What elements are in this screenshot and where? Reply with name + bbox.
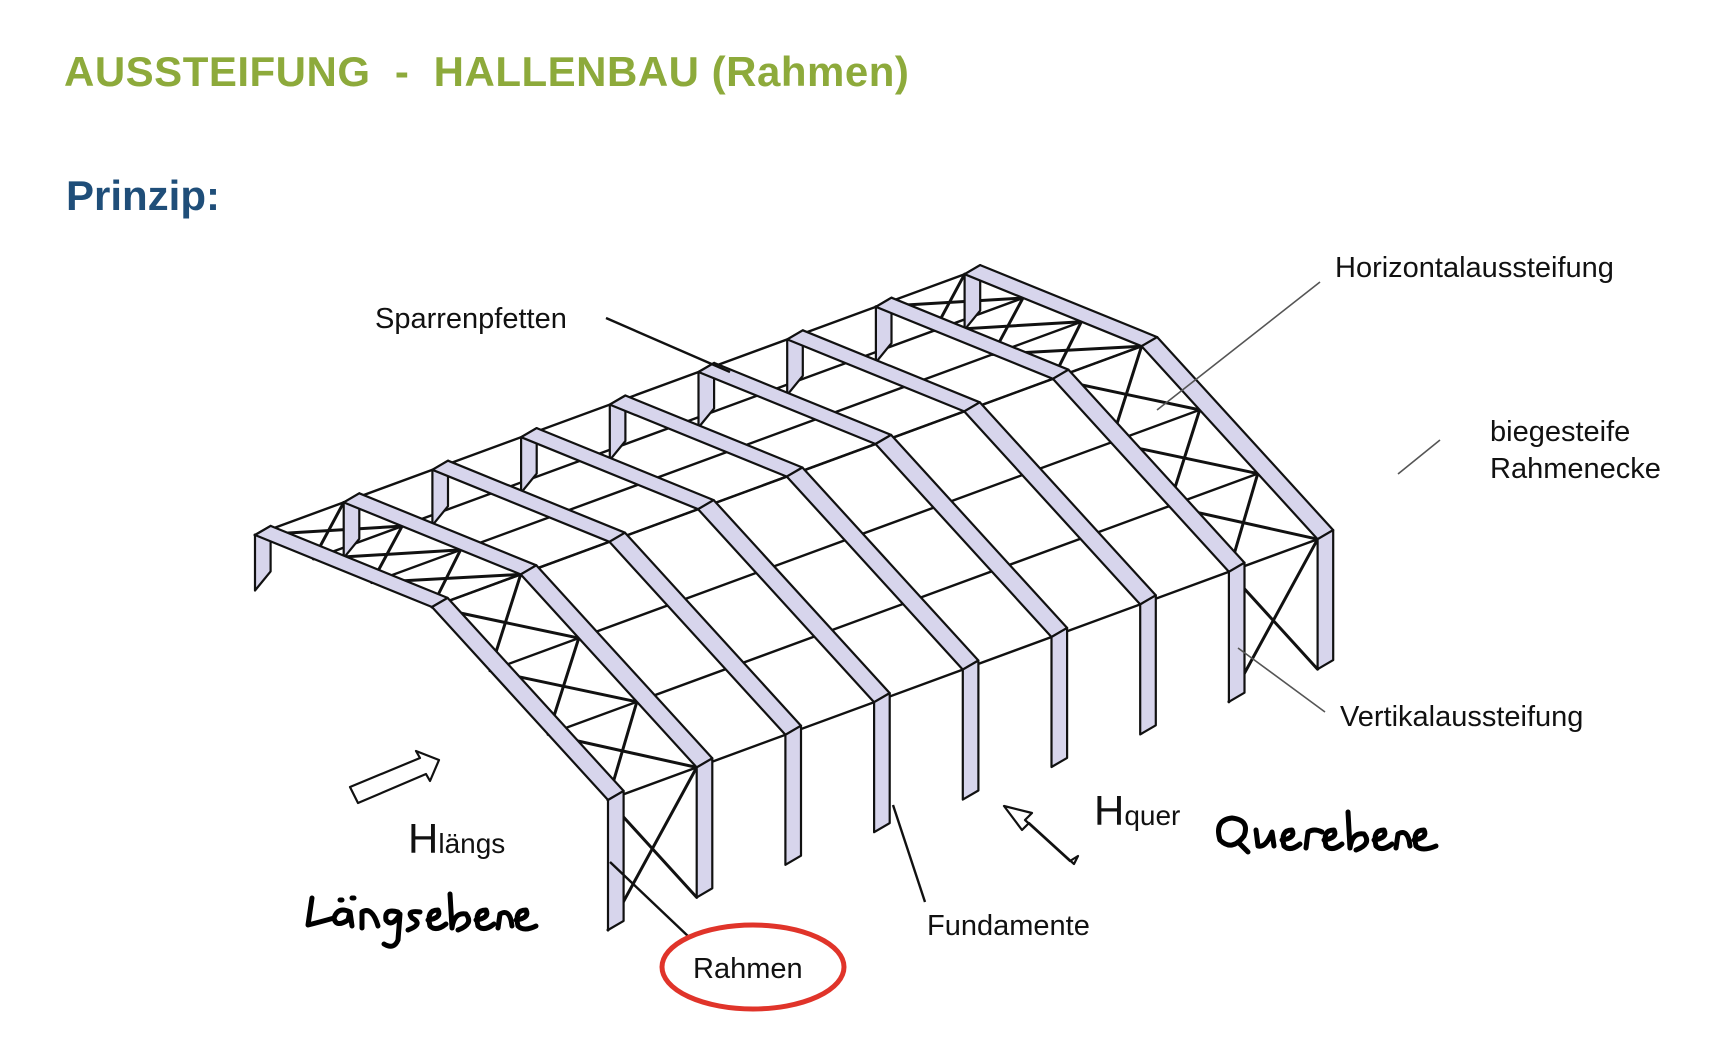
h-quer-main: H (1094, 787, 1124, 834)
label-h-laengs: Hlängs (408, 815, 505, 862)
label-fundamente: Fundamente (927, 910, 1090, 942)
frame-right-column-7 (1227, 561, 1246, 703)
frame-left-rafter-8 (963, 264, 1159, 348)
label-rahmenecke-line2: Rahmenecke (1490, 453, 1661, 485)
frame-right-column-3 (872, 691, 891, 834)
label-h-quer: Hquer (1094, 787, 1180, 834)
frame-right-column-4 (961, 659, 980, 801)
handwriting-querebene (1216, 809, 1439, 855)
label-rahmenecke-line1: biegesteife (1490, 416, 1630, 448)
leader-rahmenecke (1397, 439, 1441, 475)
handwriting-laengsebene (305, 891, 539, 949)
hall-frame-diagram: Sparrenpfetten Horizontalaussteifung bie… (253, 252, 1661, 1012)
leader-sparrenpfetten (605, 316, 731, 374)
frame-right-column-1 (695, 757, 714, 899)
label-vertikalaussteifung: Vertikalaussteifung (1340, 701, 1583, 733)
leader-fundamente (891, 804, 927, 903)
frame-right-column-8 (1316, 528, 1335, 671)
label-horizontalaussteifung: Horizontalaussteifung (1335, 252, 1614, 284)
frame-right-column-6 (1139, 594, 1157, 736)
h-laengs-sub: längs (438, 828, 505, 859)
h-quer-arrow (1002, 804, 1080, 866)
frame-right-column-5 (1050, 626, 1069, 769)
label-rahmen: Rahmen (693, 953, 803, 985)
leader-vertikalaussteifung (1237, 647, 1326, 713)
frame-right-column-2 (784, 724, 803, 866)
h-laengs-arrow (348, 749, 441, 805)
leader-horizontalaussteifung (1156, 281, 1321, 411)
h-quer-sub: quer (1124, 800, 1180, 831)
h-laengs-main: H (408, 815, 438, 862)
label-sparrenpfetten: Sparrenpfetten (375, 303, 567, 335)
frame-right-column-0 (606, 789, 625, 932)
